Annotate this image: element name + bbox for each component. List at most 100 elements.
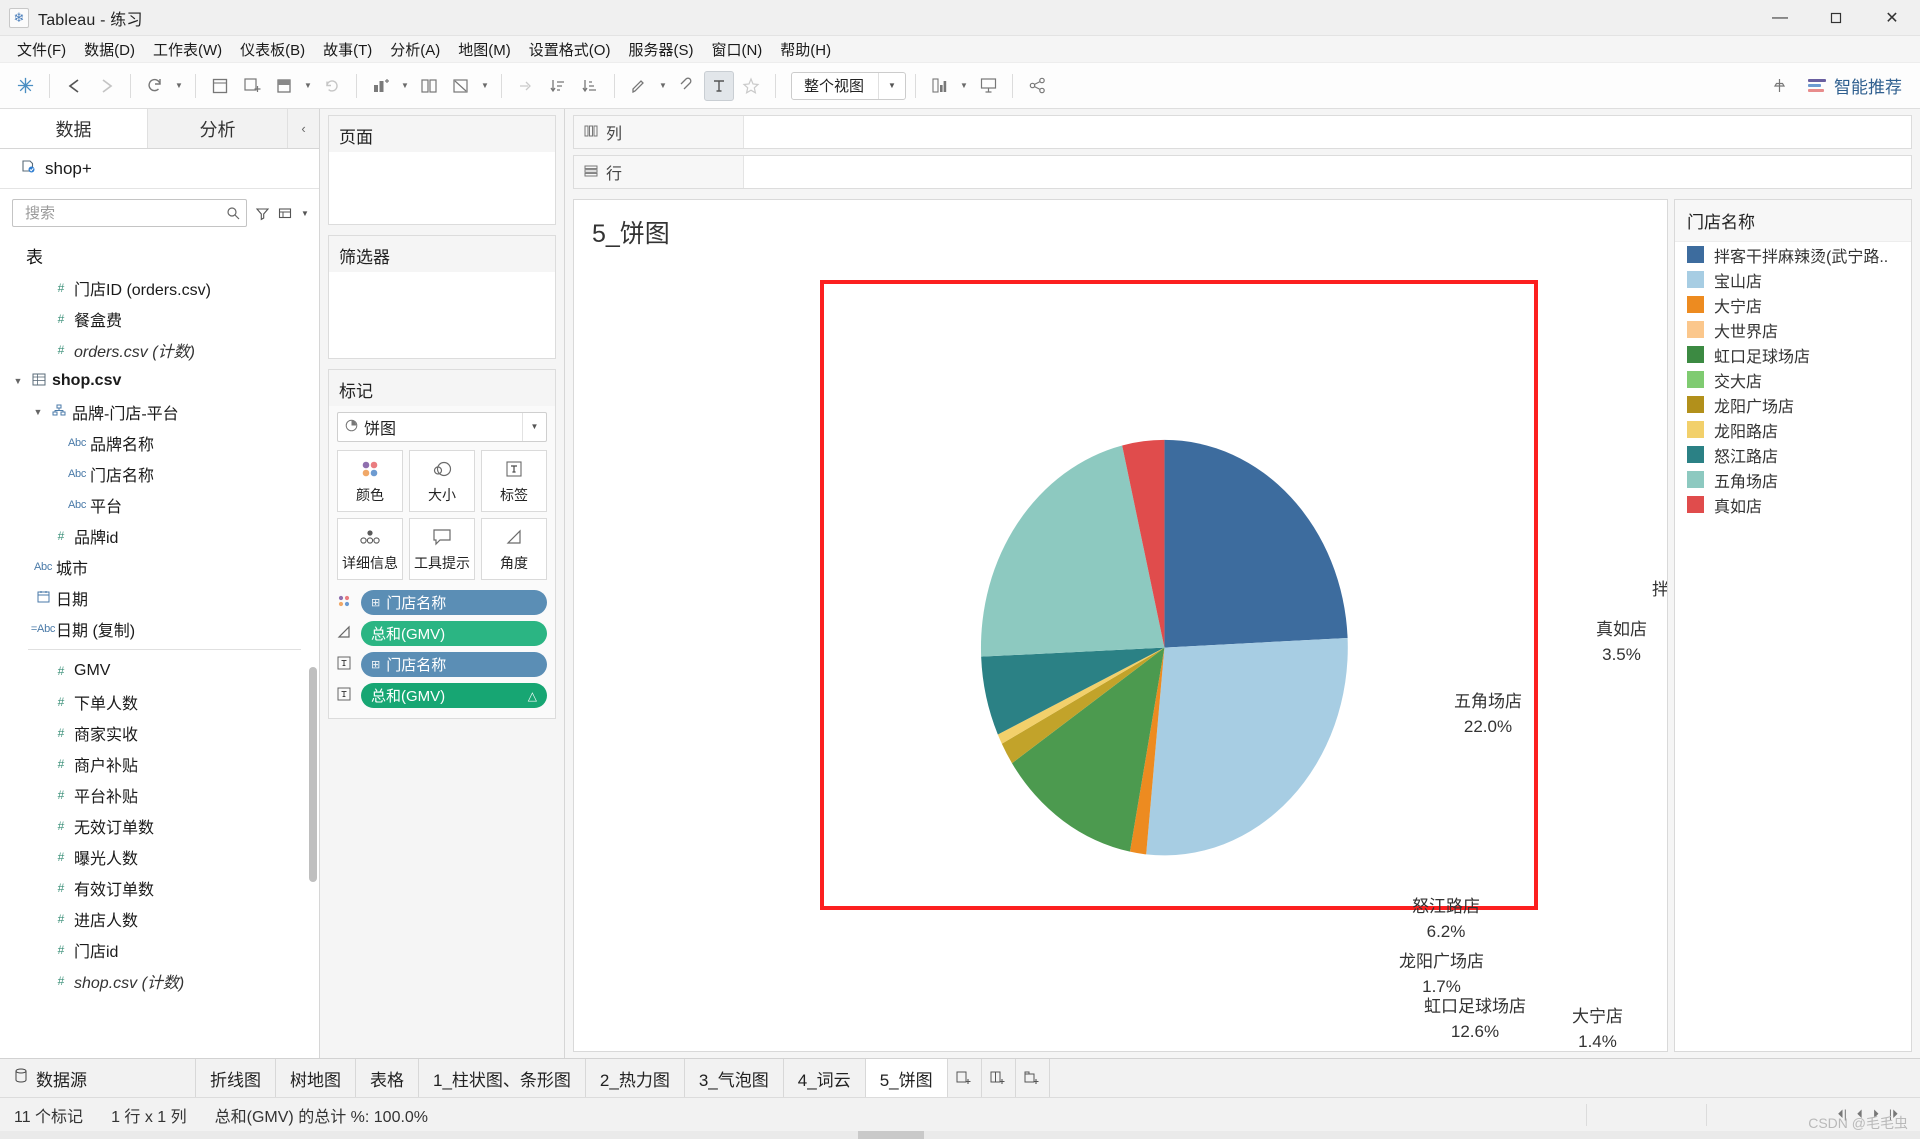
legend-item[interactable]: 虹口足球场店 [1675,342,1911,367]
menu-window[interactable]: 窗口(N) [702,37,771,62]
legend-item[interactable]: 怒江路店 [1675,442,1911,467]
field-item[interactable]: # 餐盒费 [0,303,319,334]
field-item[interactable]: # 有效订单数 [0,872,319,903]
marks-tooltip-button[interactable]: 工具提示 [409,518,475,580]
bottom-scrollbar[interactable] [0,1131,1920,1139]
pages-drop-zone[interactable] [329,152,555,224]
field-item[interactable]: Abc 门店名称 [0,458,319,489]
new-worksheet-icon[interactable] [205,71,235,101]
show-me-caret-icon[interactable]: ▼ [957,71,971,101]
collapse-pane-chevron-left-icon[interactable]: ‹ [288,109,319,148]
fix-axes-icon[interactable] [414,71,444,101]
pill-color-dimension[interactable]: ⊞ 门店名称 [361,590,547,615]
sheet-tab-bar-chart[interactable]: 1_柱状图、条形图 [419,1059,586,1097]
fit-caret-icon[interactable]: ▼ [879,81,905,90]
field-item[interactable]: # 门店ID (orders.csv) [0,272,319,303]
menu-server[interactable]: 服务器(S) [619,37,702,62]
field-item[interactable]: Abc 平台 [0,489,319,520]
sheet-tab-wordcloud[interactable]: 4_词云 [783,1059,866,1097]
rows-drop-zone[interactable] [744,156,1911,188]
menu-analysis[interactable]: 分析(A) [381,37,449,62]
legend-item[interactable]: 大宁店 [1675,292,1911,317]
swap-rows-columns-icon[interactable] [366,71,396,101]
share-icon[interactable] [1022,71,1052,101]
filters-drop-zone[interactable] [329,272,555,358]
sheet-tab-line[interactable]: 折线图 [196,1059,276,1097]
menu-worksheet[interactable]: 工作表(W) [144,37,231,62]
mark-type-dropdown[interactable]: 饼图 ▼ [337,412,547,442]
field-item[interactable]: # shop.csv (计数) [0,965,319,996]
sort-clear-caret-icon[interactable]: ▼ [478,71,492,101]
legend-item[interactable]: 拌客干拌麻辣烫(武宁路.. [1675,242,1911,267]
field-item[interactable]: # 下单人数 [0,686,319,717]
menu-format[interactable]: 设置格式(O) [520,37,620,62]
legend-item[interactable]: 龙阳路店 [1675,417,1911,442]
legend-item[interactable]: 真如店 [1675,492,1911,517]
sheet-tab-treemap[interactable]: 树地图 [276,1059,356,1097]
maximize-button[interactable] [1808,0,1864,36]
worksheet-canvas[interactable]: 5_饼图 拌 大宁店 1.4% 虹口足球场店 12.6% 龙阳广场店 1.7% … [573,199,1668,1052]
field-item[interactable]: # GMV [0,655,319,686]
sheet-tab-bubble[interactable]: 3_气泡图 [684,1059,784,1097]
pie-slice-banke[interactable] [1164,439,1348,648]
view-options-icon[interactable] [278,206,293,221]
highlight-icon[interactable] [624,71,654,101]
refresh-icon[interactable] [317,71,347,101]
mark-type-caret-icon[interactable]: ▼ [522,413,546,441]
menu-dashboard[interactable]: 仪表板(B) [231,37,314,62]
highlight-toggle-icon[interactable] [736,71,766,101]
field-item[interactable]: # 曝光人数 [0,841,319,872]
menu-data[interactable]: 数据(D) [75,37,144,62]
legend-item[interactable]: 大世界店 [1675,317,1911,342]
data-source-tab[interactable]: 数据源 [0,1059,196,1097]
clear-caret-icon[interactable]: ▼ [301,71,315,101]
field-item[interactable]: # 门店id [0,934,319,965]
marks-label-button[interactable]: 标签 [481,450,547,512]
duplicate-sheet-icon[interactable] [237,71,267,101]
sort-clear-icon[interactable] [446,71,476,101]
field-list[interactable]: 表 # 门店ID (orders.csv) # 餐盒费 # orders.csv… [0,237,319,1058]
search-input[interactable] [23,203,226,223]
tableau-sparkle-icon[interactable] [10,71,40,101]
rows-shelf[interactable]: 行 [573,155,1912,189]
tab-data[interactable]: 数据 [0,109,148,148]
filter-funnel-icon[interactable] [255,206,270,221]
field-item-table[interactable]: ▼ shop.csv [0,365,319,396]
presentation-mode-icon[interactable] [973,71,1003,101]
clear-sheet-icon[interactable] [269,71,299,101]
fixed-axis-icon[interactable] [672,71,702,101]
sheet-tab-pie[interactable]: 5_饼图 [865,1059,948,1097]
field-list-scrollbar[interactable] [309,667,317,882]
pie-slice-baoshan[interactable] [1146,637,1348,856]
columns-shelf[interactable]: 列 [573,115,1912,149]
tab-analytics[interactable]: 分析 [148,109,288,148]
marks-size-button[interactable]: 大小 [409,450,475,512]
field-item[interactable]: 日期 [0,582,319,613]
minimize-button[interactable]: — [1752,0,1808,36]
pill-label-measure[interactable]: 总和(GMV) △ [361,683,547,708]
marks-angle-button[interactable]: 角度 [481,518,547,580]
field-item-hierarchy[interactable]: ▼ 品牌-门店-平台 [0,396,319,427]
menu-map[interactable]: 地图(M) [449,37,520,62]
field-item[interactable]: # 商户补贴 [0,748,319,779]
show-me-button[interactable]: 智能推荐 [1808,73,1902,98]
data-source-item[interactable]: shop+ [0,149,319,189]
legend-item[interactable]: 龙阳广场店 [1675,392,1911,417]
save-caret-icon[interactable]: ▼ [172,71,186,101]
menu-help[interactable]: 帮助(H) [771,37,840,62]
pill-label-dimension[interactable]: ⊞ 门店名称 [361,652,547,677]
expand-chevron-down-icon[interactable]: ▼ [10,376,26,386]
sort-descending-icon[interactable] [575,71,605,101]
group-members-icon[interactable] [511,71,541,101]
close-button[interactable]: ✕ [1864,0,1920,36]
menu-story[interactable]: 故事(T) [314,37,381,62]
sort-ascending-icon[interactable] [543,71,573,101]
highlight-caret-icon[interactable]: ▼ [656,71,670,101]
pin-icon[interactable] [1764,71,1794,101]
show-mark-labels-icon[interactable] [704,70,734,101]
sheet-tab-heatmap[interactable]: 2_热力图 [585,1059,685,1097]
swap-caret-icon[interactable]: ▼ [398,71,412,101]
show-me-small-icon[interactable] [925,71,955,101]
legend-item[interactable]: 交大店 [1675,367,1911,392]
field-item[interactable]: # 品牌id [0,520,319,551]
